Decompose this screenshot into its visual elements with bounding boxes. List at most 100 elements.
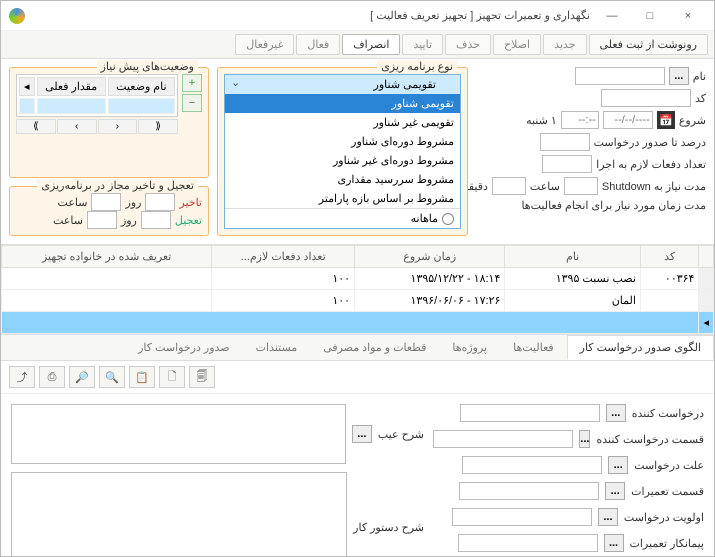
code-input[interactable] <box>601 89 691 107</box>
preneed-col-marker: ◂ <box>19 77 35 96</box>
defect-desc-label: شرح عیب <box>378 428 424 441</box>
delay-hour-input[interactable] <box>91 193 121 211</box>
monthly-radio[interactable] <box>442 213 454 225</box>
contractor-lookup[interactable]: ... <box>604 534 624 552</box>
delay-day-input[interactable] <box>145 193 175 211</box>
name-lookup-button[interactable]: ... <box>669 67 689 85</box>
window-title: نگهداری و تعمیرات تجهیز [ تجهیز تعریف فع… <box>31 9 594 22</box>
confirm-button[interactable]: تایید <box>402 34 443 55</box>
cell-start: ۱۸:۱۴ - ۱۳۹۵/۱۲/۲۲ <box>355 268 505 290</box>
requester-dept-label: قسمت درخواست کننده <box>596 433 704 446</box>
preneed-cell[interactable] <box>37 98 106 114</box>
table-row[interactable]: المان ۱۷:۲۶ - ۱۳۹۶/۰۶/۰۶ ۱۰۰ <box>2 290 714 312</box>
delete-button[interactable]: حذف <box>445 34 491 55</box>
maximize-button[interactable]: □ <box>632 4 668 28</box>
col-count[interactable]: تعداد دفعات لازم... <box>212 246 355 268</box>
haste-hour-input[interactable] <box>87 211 117 229</box>
plantype-dropdown[interactable]: تقویمی شناور تقویمی شناور تقویمی غیر شنا… <box>224 74 461 229</box>
requester-dept-input[interactable] <box>433 430 573 448</box>
name-label: نام <box>693 70 706 83</box>
name-input[interactable] <box>575 67 665 85</box>
cancel-button[interactable]: انصراف <box>342 34 400 55</box>
haste-hour-unit: ساعت <box>53 214 83 227</box>
tab-docs[interactable]: مستندات <box>243 335 311 360</box>
exec-count-input[interactable] <box>542 155 592 173</box>
col-name[interactable]: نام <box>505 246 641 268</box>
detail-action-5[interactable]: 🔎 <box>69 366 95 388</box>
tab-activities[interactable]: فعالیت‌ها <box>500 335 567 360</box>
inactive-button[interactable]: غیرفعال <box>235 34 294 55</box>
calendar-icon[interactable]: 📅 <box>657 111 675 129</box>
cell-count: ۱۰۰ <box>212 290 355 312</box>
row-indicator-header <box>699 246 714 268</box>
tab-parts[interactable]: قطعات و مواد مصرفی <box>310 335 439 360</box>
plantype-option-highlight[interactable]: تقویمی شناور <box>225 94 460 113</box>
col-start[interactable]: زمان شروع <box>355 246 505 268</box>
table-row-selected[interactable]: ◂ <box>2 312 714 334</box>
add-row-button[interactable]: + <box>182 74 202 92</box>
percent-input[interactable] <box>540 133 590 151</box>
shutdown-hour-input[interactable] <box>564 177 598 195</box>
tab-issue[interactable]: صدور درخواست کار <box>125 335 243 360</box>
monthly-label: ماهانه <box>411 212 438 225</box>
detail-action-3[interactable]: 📋 <box>129 366 155 388</box>
priority-lookup[interactable]: ... <box>598 508 618 526</box>
priority-input[interactable] <box>452 508 592 526</box>
shutdown-min-input[interactable] <box>492 177 526 195</box>
table-row[interactable]: ۰۰۳۶۴ نصب نسبت ۱۳۹۵ ۱۸:۱۴ - ۱۳۹۵/۱۲/۲۲ ۱… <box>2 268 714 290</box>
requester-dept-lookup[interactable]: ... <box>579 430 590 448</box>
detail-action-7[interactable]: ⤴ <box>9 366 35 388</box>
contractor-input[interactable] <box>458 534 598 552</box>
detail-action-1[interactable]: 🗐 <box>189 366 215 388</box>
plantype-option[interactable]: تقویمی غیر شناور <box>225 113 460 132</box>
start-time-input[interactable] <box>561 111 599 129</box>
preneed-col-status[interactable]: نام وضعیت <box>108 77 175 96</box>
detail-action-4[interactable]: 🔍 <box>99 366 125 388</box>
plantype-option[interactable]: مشروط دوره‌ای غیر شناور <box>225 151 460 170</box>
plantype-option[interactable]: مشروط دوره‌ای شناور <box>225 132 460 151</box>
defect-desc-lookup[interactable]: ... <box>352 425 372 443</box>
tab-projects[interactable]: پروژه‌ها <box>439 335 500 360</box>
nav-prev[interactable]: ‹ <box>98 119 138 134</box>
app-icon <box>9 8 25 24</box>
preneed-col-value[interactable]: مقدار فعلی <box>37 77 106 96</box>
cell-family <box>2 290 212 312</box>
nav-first[interactable]: ⟪ <box>138 119 178 134</box>
delay-hour-unit: ساعت <box>58 196 88 209</box>
active-button[interactable]: فعال <box>296 34 340 55</box>
plantype-option[interactable]: مشروط سررسید مقداری <box>225 170 460 189</box>
requester-lookup[interactable]: ... <box>606 404 626 422</box>
code-label: کد <box>695 92 706 105</box>
preneed-title: وضعیت‌های پیش نیاز <box>97 60 198 73</box>
close-button[interactable]: × <box>670 4 706 28</box>
workorder-desc-label: شرح دستور کار <box>353 521 424 534</box>
tab-request-template[interactable]: الگوی صدور درخواست کار <box>567 335 714 360</box>
nav-next[interactable]: › <box>57 119 97 134</box>
plantype-selected[interactable]: تقویمی شناور <box>225 75 460 94</box>
workorder-desc-textarea[interactable] <box>11 472 347 556</box>
remove-row-button[interactable]: − <box>182 94 202 112</box>
edit-button[interactable]: اصلاح <box>493 34 541 55</box>
col-code[interactable]: کد <box>640 246 699 268</box>
new-button[interactable]: جدید <box>543 34 586 55</box>
plantype-title: نوع برنامه ریزی <box>377 60 457 73</box>
detail-action-2[interactable]: 🗋 <box>159 366 185 388</box>
plantype-option[interactable]: مشروط بر اساس بازه پارامتر <box>225 189 460 208</box>
copy-current-button[interactable]: رونوشت از ثبت فعلی <box>589 34 708 55</box>
reason-input[interactable] <box>462 456 602 474</box>
repair-dept-lookup[interactable]: ... <box>605 482 625 500</box>
haste-day-input[interactable] <box>141 211 171 229</box>
repair-dept-input[interactable] <box>459 482 599 500</box>
start-date-input[interactable] <box>603 111 653 129</box>
requester-label: درخواست کننده <box>632 407 704 420</box>
preneed-cell[interactable] <box>108 98 175 114</box>
minimize-button[interactable]: — <box>594 4 630 28</box>
hour-label: ساعت <box>530 180 560 193</box>
requester-input[interactable] <box>460 404 600 422</box>
reason-lookup[interactable]: ... <box>608 456 628 474</box>
col-family[interactable]: تعریف شده در خانواده تجهیز <box>2 246 212 268</box>
detail-action-6[interactable]: ⎙ <box>39 366 65 388</box>
cell-code <box>640 290 699 312</box>
nav-last[interactable]: ⟫ <box>16 119 56 134</box>
defect-desc-textarea[interactable] <box>11 404 346 464</box>
